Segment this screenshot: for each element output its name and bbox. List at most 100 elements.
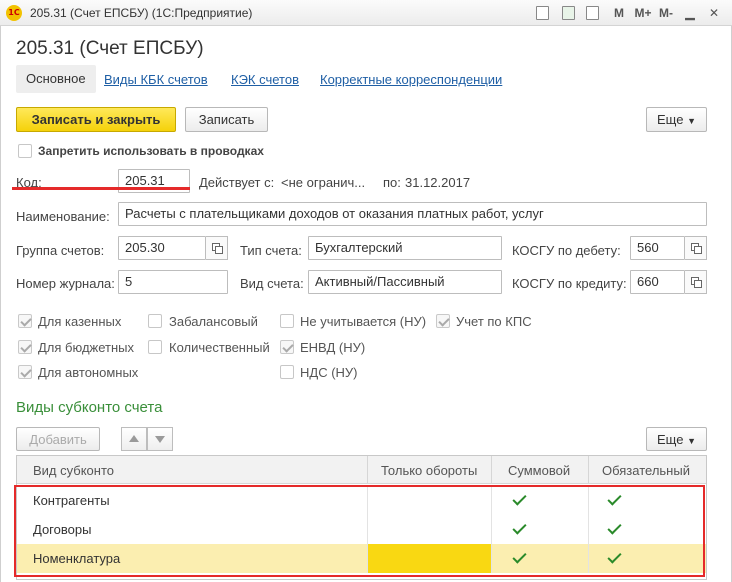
app-logo-icon: 1С: [6, 5, 22, 21]
minimize-icon[interactable]: ▁: [684, 4, 696, 22]
cell-divider: [588, 515, 589, 544]
name-field[interactable]: Расчеты с плательщиками доходов от оказа…: [118, 202, 707, 226]
close-icon[interactable]: ✕: [708, 4, 720, 22]
arrow-up-icon: [129, 435, 139, 442]
group-field[interactable]: 205.30: [118, 236, 206, 260]
autonomous-label: Для автономных: [38, 365, 139, 380]
move-up-button[interactable]: [121, 427, 147, 451]
kosgu-credit-field[interactable]: 660: [630, 270, 685, 294]
envd-label: ЕНВД (НУ): [300, 340, 366, 355]
memory-minus-button[interactable]: M-: [657, 4, 675, 22]
table-row[interactable]: Контрагенты: [17, 486, 706, 515]
column-header-kind[interactable]: Вид субконто: [33, 463, 114, 478]
group-select-icon[interactable]: [206, 236, 228, 260]
kosgu-credit-select-icon[interactable]: [685, 270, 707, 294]
more-button[interactable]: Еще ▼: [646, 107, 707, 132]
cell-divider: [588, 486, 589, 515]
cell-divider: [491, 515, 492, 544]
more-button-table[interactable]: Еще ▼: [646, 427, 707, 451]
print-icon[interactable]: [536, 6, 549, 20]
kosgu-debit-label: КОСГУ по дебету:: [512, 243, 621, 258]
page-title: 205.31 (Счет ЕПСБУ): [16, 38, 204, 59]
cell-divider: [491, 486, 492, 515]
kps-checkbox[interactable]: [436, 314, 450, 328]
cell-divider: [367, 515, 368, 544]
journal-field[interactable]: 5: [118, 270, 228, 294]
column-divider: [367, 456, 368, 484]
required-check-icon[interactable]: [607, 491, 622, 506]
column-divider: [588, 456, 589, 484]
sum-check-icon[interactable]: [512, 491, 527, 506]
quantity-checkbox[interactable]: [148, 340, 162, 354]
not-counted-label: Не учитывается (НУ): [300, 314, 427, 329]
memory-plus-button[interactable]: M+: [632, 4, 654, 22]
kosgu-credit-label: КОСГУ по кредиту:: [512, 276, 627, 291]
valid-from-label: Действует с:: [199, 175, 275, 190]
calendar-icon[interactable]: [586, 6, 599, 20]
more-label: Еще: [657, 112, 684, 127]
chevron-down-icon: ▼: [687, 436, 696, 446]
window-title: 205.31 (Счет ЕПСБУ) (1С:Предприятие): [30, 6, 253, 20]
prohibit-checkbox[interactable]: [18, 144, 32, 158]
vat-label: НДС (НУ): [300, 365, 358, 380]
memory-button[interactable]: M: [612, 4, 626, 22]
table-header: Вид субконто Только обороты Суммовой Обя…: [17, 456, 706, 484]
subconto-table: Вид субконто Только обороты Суммовой Обя…: [16, 455, 707, 580]
quantity-label: Количественный: [169, 340, 270, 355]
state-label: Для казенных: [38, 314, 122, 329]
move-down-button[interactable]: [147, 427, 173, 451]
kind-field[interactable]: Активный/Пассивный: [308, 270, 502, 294]
row-kind-cell: Контрагенты: [33, 493, 110, 508]
save-and-close-button[interactable]: Записать и закрыть: [16, 107, 176, 132]
not-counted-checkbox[interactable]: [280, 314, 294, 328]
required-check-icon[interactable]: [607, 520, 622, 535]
cell-divider: [588, 544, 589, 573]
table-row-selected[interactable]: Номенклатура: [17, 544, 706, 573]
autonomous-checkbox[interactable]: [18, 365, 32, 379]
column-header-required[interactable]: Обязательный: [602, 463, 690, 478]
row-kind-cell: Договоры: [33, 522, 92, 537]
tab-kbk-types[interactable]: Виды КБК счетов: [104, 72, 208, 87]
kosgu-debit-select-icon[interactable]: [685, 236, 707, 260]
kind-label: Вид счета:: [240, 276, 304, 291]
state-checkbox[interactable]: [18, 314, 32, 328]
kosgu-debit-field[interactable]: 560: [630, 236, 685, 260]
sum-check-icon[interactable]: [512, 549, 527, 564]
title-bar: 1С 205.31 (Счет ЕПСБУ) (1С:Предприятие) …: [0, 0, 732, 26]
subconto-section-title: Виды субконто счета: [16, 399, 163, 416]
envd-checkbox[interactable]: [280, 340, 294, 354]
valid-to-label: по:: [383, 175, 401, 190]
journal-label: Номер журнала:: [16, 276, 115, 291]
add-button[interactable]: Добавить: [16, 427, 100, 451]
off-balance-label: Забалансовый: [169, 314, 258, 329]
highlight-underline: [12, 187, 190, 190]
tab-kek[interactable]: КЭК счетов: [231, 72, 299, 87]
arrow-down-icon: [155, 436, 165, 443]
valid-to-value[interactable]: 31.12.2017: [405, 175, 470, 190]
prohibit-label: Запретить использовать в проводках: [38, 144, 264, 158]
column-divider: [491, 456, 492, 484]
type-field[interactable]: Бухгалтерский: [308, 236, 502, 260]
save-button[interactable]: Записать: [185, 107, 268, 132]
vat-checkbox[interactable]: [280, 365, 294, 379]
sum-check-icon[interactable]: [512, 520, 527, 535]
cell-divider: [367, 486, 368, 515]
cell-divider: [491, 544, 492, 573]
chevron-down-icon: ▼: [687, 116, 696, 126]
budget-checkbox[interactable]: [18, 340, 32, 354]
column-header-only-turnover[interactable]: Только обороты: [381, 463, 477, 478]
only-turnover-cell-active[interactable]: [368, 544, 491, 573]
tab-correspondences[interactable]: Корректные корреспонденции: [320, 72, 502, 87]
valid-from-value[interactable]: <не огранич...: [281, 175, 365, 190]
more-label-table: Еще: [657, 432, 684, 447]
group-label: Группа счетов:: [16, 243, 105, 258]
calculator-icon[interactable]: [562, 6, 575, 20]
row-kind-cell: Номенклатура: [33, 551, 121, 566]
kps-label: Учет по КПС: [456, 314, 532, 329]
required-check-icon[interactable]: [607, 549, 622, 564]
budget-label: Для бюджетных: [38, 340, 135, 355]
tab-main[interactable]: Основное: [16, 65, 96, 93]
table-row[interactable]: Договоры: [17, 515, 706, 544]
off-balance-checkbox[interactable]: [148, 314, 162, 328]
column-header-sum[interactable]: Суммовой: [508, 463, 570, 478]
